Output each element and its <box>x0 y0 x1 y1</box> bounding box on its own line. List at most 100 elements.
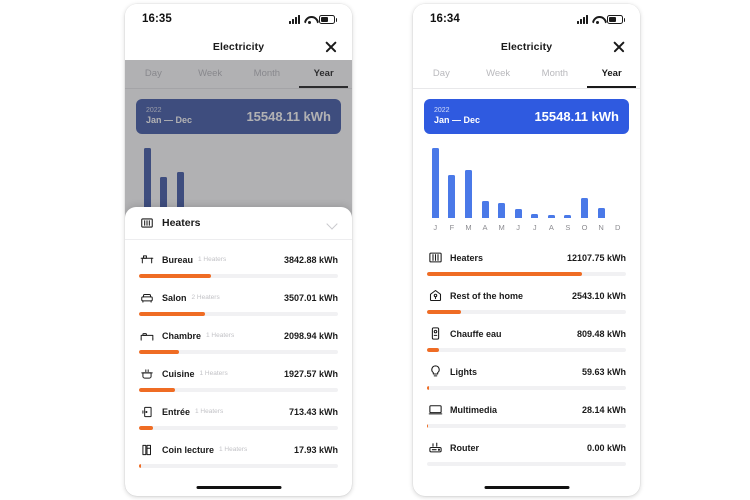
page-title: Electricity <box>212 41 265 53</box>
chart-x-label: A <box>482 223 488 232</box>
list-item[interactable]: Chambre 1 Heaters 2098.94 kWh <box>139 316 338 354</box>
chart-bar <box>564 214 572 218</box>
pot-icon <box>139 366 155 382</box>
chart-x-axis-right: JFMAMJJASOND <box>427 223 626 232</box>
list-item-value: 2543.10 kWh <box>571 290 626 301</box>
list-item-subtitle: 1 Heaters <box>198 256 227 263</box>
tab-year[interactable]: Year <box>583 60 640 88</box>
bar-chart-right <box>427 148 626 218</box>
bar-slot[interactable] <box>609 148 626 218</box>
progress-track <box>139 464 338 468</box>
list-item-header: Coin lecture 1 Heaters 17.93 kWh <box>139 441 338 458</box>
bar-slot[interactable] <box>543 148 560 218</box>
list-item-value: 3842.88 kWh <box>283 254 338 265</box>
sofa-icon <box>139 290 155 306</box>
bar-slot[interactable] <box>510 148 527 218</box>
list-item-value: 1927.57 kWh <box>283 368 338 379</box>
chart-x-label: J <box>433 223 438 232</box>
list-item[interactable]: Lights 59.63 kWh <box>427 352 626 390</box>
phone-left: 16:35 Electricity Day Week Month Year 2022 … <box>125 4 352 496</box>
list-item-name: Coin lecture <box>162 444 215 455</box>
list-item[interactable]: Cuisine 1 Heaters 1927.57 kWh <box>139 354 338 392</box>
tab-underline <box>413 88 640 89</box>
chart-x-label: D <box>614 223 621 232</box>
tab-bar-right: Day Week Month Year <box>413 60 640 89</box>
close-icon[interactable] <box>612 40 626 54</box>
bulb-icon <box>427 364 443 380</box>
list-item-name: Entrée <box>162 406 191 417</box>
battery-icon <box>607 14 625 24</box>
summary-value: 15548.11 kWh <box>534 109 619 124</box>
list-item-header: Cuisine 1 Heaters 1927.57 kWh <box>139 365 338 382</box>
list-item-name: Chauffe eau <box>450 328 502 339</box>
chart-bar <box>448 174 456 218</box>
close-icon[interactable] <box>324 40 338 54</box>
status-clock: 16:35 <box>142 13 172 25</box>
chart-area-right: JFMAMJJASOND <box>413 134 640 232</box>
chart-x-label: M <box>465 223 472 232</box>
bar-slot[interactable] <box>576 148 593 218</box>
tab-label: Week <box>486 67 511 79</box>
chart-bar <box>464 169 472 218</box>
chart-bar <box>498 202 506 218</box>
home-icon <box>427 288 443 304</box>
list-item-subtitle: 1 Heaters <box>219 446 248 453</box>
bar-slot[interactable] <box>477 148 494 218</box>
signal-bars-icon <box>289 14 300 24</box>
list-item-header: Heaters 12107.75 kWh <box>427 249 626 266</box>
summary-year: 2022 <box>434 106 450 114</box>
chart-x-label: J <box>516 223 521 232</box>
chart-x-label: M <box>498 223 505 232</box>
tab-month[interactable]: Month <box>527 60 584 86</box>
list-item[interactable]: Coin lecture 1 Heaters 17.93 kWh <box>139 430 338 468</box>
home-indicator <box>484 485 569 489</box>
list-item-subtitle: 1 Heaters <box>199 370 228 377</box>
list-item[interactable]: Salon 2 Heaters 3507.01 kWh <box>139 278 338 316</box>
tab-day[interactable]: Day <box>413 60 470 86</box>
list-item-subtitle: 2 Heaters <box>191 294 220 301</box>
list-item-header: Router 0.00 kWh <box>427 439 626 456</box>
list-item[interactable]: Rest of the home 2543.10 kWh <box>427 276 626 314</box>
tv-icon <box>427 402 443 418</box>
sheet-header[interactable]: Heaters <box>125 207 352 240</box>
bar-slot[interactable] <box>593 148 610 218</box>
bar-slot[interactable] <box>526 148 543 218</box>
list-item-header: Rest of the home 2543.10 kWh <box>427 287 626 304</box>
list-item-name: Router <box>450 442 479 453</box>
bar-slot[interactable] <box>444 148 461 218</box>
chart-x-label: O <box>581 223 588 232</box>
title-bar-left: Electricity <box>125 34 352 60</box>
list-item-name: Chambre <box>162 330 202 341</box>
bar-slot[interactable] <box>460 148 477 218</box>
heater-icon <box>139 215 155 231</box>
title-bar-right: Electricity <box>413 34 640 60</box>
bar-slot[interactable] <box>427 148 444 218</box>
list-item-header: Lights 59.63 kWh <box>427 363 626 380</box>
chart-bar <box>597 207 605 218</box>
list-item[interactable]: Multimedia 28.14 kWh <box>427 390 626 428</box>
bar-slot[interactable] <box>560 148 577 218</box>
category-row-list: Heaters 12107.75 kWh Rest of the home 2543.… <box>413 232 640 466</box>
list-item[interactable]: Bureau 1 Heaters 3842.88 kWh <box>139 240 338 278</box>
tab-label: Month <box>541 67 569 79</box>
list-item-header: Chambre 1 Heaters 2098.94 kWh <box>139 327 338 344</box>
chevron-down-icon[interactable] <box>327 218 338 229</box>
progress-fill <box>139 464 141 468</box>
list-item[interactable]: Entrée 1 Heaters 713.43 kWh <box>139 392 338 430</box>
boiler-icon <box>427 326 443 342</box>
list-item-subtitle: 1 Heaters <box>195 408 224 415</box>
list-item-name: Rest of the home <box>450 290 524 301</box>
list-item[interactable]: Router 0.00 kWh <box>427 428 626 466</box>
list-item-name: Salon <box>162 292 187 303</box>
chart-x-label: S <box>565 223 571 232</box>
desk-icon <box>139 252 155 268</box>
list-item-name: Heaters <box>450 252 484 263</box>
list-item[interactable]: Heaters 12107.75 kWh <box>427 238 626 276</box>
summary-card-right[interactable]: 2022 Jan — Dec 15548.11 kWh <box>424 99 629 134</box>
tab-week[interactable]: Week <box>470 60 527 86</box>
list-item[interactable]: Chauffe eau 809.48 kWh <box>427 314 626 352</box>
bar-slot[interactable] <box>493 148 510 218</box>
sheet-row-list: Bureau 1 Heaters 3842.88 kWh Salon 2 Heaters… <box>125 240 352 468</box>
list-item-header: Multimedia 28.14 kWh <box>427 401 626 418</box>
summary-period: 2022 Jan — Dec <box>434 107 480 127</box>
